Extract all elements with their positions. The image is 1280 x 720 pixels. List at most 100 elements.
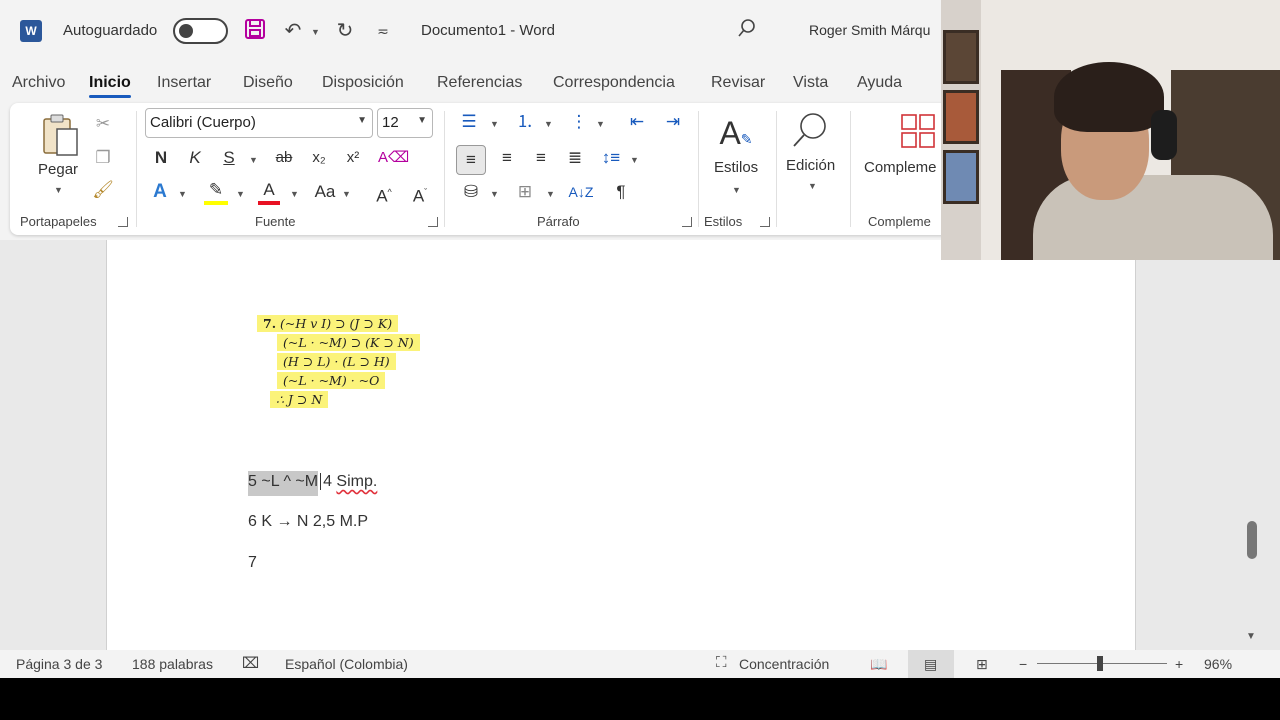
paste-icon[interactable] bbox=[40, 113, 80, 157]
font-size-dropdown[interactable]: 12 ▼ bbox=[377, 108, 433, 138]
word-count[interactable]: 188 palabras bbox=[132, 656, 213, 672]
addins-label[interactable]: Compleme bbox=[864, 159, 937, 176]
web-layout-icon[interactable]: ⊞ bbox=[976, 656, 988, 673]
italic-button[interactable]: K bbox=[184, 147, 206, 169]
styles-label[interactable]: Estilos bbox=[714, 159, 758, 176]
align-left-button[interactable]: ≡ bbox=[456, 145, 486, 175]
proof-line-7[interactable]: 7 bbox=[248, 554, 257, 572]
selected-text[interactable]: 5 ~L ^ ~M bbox=[248, 471, 319, 496]
zoom-level[interactable]: 96% bbox=[1204, 656, 1232, 672]
paragraph-launcher-icon[interactable] bbox=[682, 217, 692, 227]
focus-icon[interactable]: ⛶ bbox=[716, 654, 727, 671]
underline-button[interactable]: S bbox=[218, 147, 240, 169]
editing-search-icon[interactable] bbox=[790, 111, 830, 151]
bullets-icon[interactable]: ☰ bbox=[456, 111, 482, 133]
multilevel-list-icon[interactable]: ⋮ bbox=[566, 111, 592, 133]
tab-disposicion[interactable]: Disposición bbox=[322, 74, 404, 92]
paste-label[interactable]: Pegar bbox=[38, 161, 78, 178]
language-status[interactable]: Español (Colombia) bbox=[285, 656, 408, 672]
tab-archivo[interactable]: Archivo bbox=[12, 74, 65, 92]
tab-diseno[interactable]: Diseño bbox=[243, 74, 293, 92]
zoom-in-icon[interactable]: + bbox=[1175, 656, 1183, 672]
shading-icon[interactable]: ⛁ bbox=[458, 181, 484, 203]
tab-insertar[interactable]: Insertar bbox=[157, 74, 211, 92]
subscript-icon[interactable]: x₂ bbox=[308, 147, 330, 169]
copy-icon[interactable]: ❐ bbox=[92, 147, 114, 169]
highlight-dropdown-icon[interactable]: ▼ bbox=[236, 189, 245, 199]
print-layout-icon[interactable]: ▤ bbox=[924, 656, 937, 673]
focus-mode-button[interactable]: Concentración bbox=[739, 656, 829, 672]
decrease-indent-icon[interactable]: ⇤ bbox=[624, 111, 650, 133]
text-effects-dropdown-icon[interactable]: ▼ bbox=[178, 189, 187, 199]
tab-ayuda[interactable]: Ayuda bbox=[857, 74, 902, 92]
bold-button[interactable]: N bbox=[150, 147, 172, 169]
superscript-icon[interactable]: x² bbox=[342, 147, 364, 169]
line-spacing-dropdown-icon[interactable]: ▼ bbox=[630, 155, 639, 165]
paste-dropdown-icon[interactable]: ▼ bbox=[54, 185, 63, 195]
user-name[interactable]: Roger Smith Márqu bbox=[809, 22, 930, 38]
borders-icon[interactable]: ⊞ bbox=[512, 181, 538, 203]
addins-icon[interactable] bbox=[898, 113, 938, 153]
tab-referencias[interactable]: Referencias bbox=[437, 74, 522, 92]
scroll-down-icon[interactable]: ▼ bbox=[1246, 631, 1256, 642]
read-mode-icon[interactable]: 📖 bbox=[870, 656, 887, 673]
vertical-scrollbar[interactable] bbox=[1240, 240, 1260, 650]
problem-premise-4: (~L · ~M) · ~O bbox=[277, 372, 386, 389]
proof-line-6[interactable]: 6 K → N 2,5 M.P bbox=[248, 513, 368, 531]
format-painter-icon[interactable]: 🖌 bbox=[92, 179, 114, 201]
styles-launcher-icon[interactable] bbox=[760, 217, 770, 227]
document-page[interactable] bbox=[106, 240, 1136, 650]
increase-indent-icon[interactable]: ⇥ bbox=[660, 111, 686, 133]
show-formatting-icon[interactable]: ¶ bbox=[610, 181, 632, 203]
proof-line-5[interactable]: 5 ~L ^ ~M 4 Simp. bbox=[248, 471, 377, 496]
clear-formatting-icon[interactable]: A⌫ bbox=[378, 147, 409, 169]
redo-icon[interactable]: ↻ bbox=[332, 18, 358, 44]
autosave-toggle[interactable] bbox=[173, 18, 228, 44]
cut-icon[interactable]: ✂ bbox=[92, 113, 114, 135]
change-case-icon[interactable]: Aa bbox=[310, 181, 340, 203]
shrink-font-icon[interactable]: Aˇ bbox=[408, 181, 432, 208]
spelling-error-word[interactable]: Simp. bbox=[336, 473, 377, 490]
numbering-icon[interactable]: ⒈ bbox=[512, 111, 538, 133]
proofing-icon[interactable]: ⌧ bbox=[242, 654, 259, 672]
tab-revisar[interactable]: Revisar bbox=[711, 74, 765, 92]
customize-toolbar-icon[interactable]: ≂ bbox=[370, 18, 396, 44]
editing-label[interactable]: Edición bbox=[786, 157, 835, 174]
justify-icon[interactable]: ≣ bbox=[562, 147, 588, 169]
sort-icon[interactable]: A↓Z bbox=[568, 181, 594, 203]
align-right-icon[interactable]: ≡ bbox=[528, 147, 554, 169]
editing-dropdown-icon[interactable]: ▼ bbox=[808, 181, 817, 191]
font-name-dropdown[interactable]: Calibri (Cuerpo) ▼ bbox=[145, 108, 373, 138]
problem-image[interactable]: 7. (~H v I) ⊃ (J ⊃ K) (~L · ~M) ⊃ (K ⊃ N… bbox=[255, 310, 445, 416]
change-case-dropdown-icon[interactable]: ▼ bbox=[342, 189, 351, 199]
align-center-icon[interactable]: ≡ bbox=[494, 147, 520, 169]
save-icon[interactable] bbox=[242, 18, 268, 44]
undo-icon[interactable]: ↶ bbox=[280, 18, 306, 44]
text-effects-icon[interactable]: A bbox=[148, 181, 172, 203]
grow-font-icon[interactable]: A^ bbox=[372, 181, 396, 208]
multilevel-dropdown-icon[interactable]: ▼ bbox=[596, 119, 605, 129]
clipboard-launcher-icon[interactable] bbox=[118, 217, 128, 227]
styles-dropdown-icon[interactable]: ▼ bbox=[732, 185, 741, 195]
highlight-icon[interactable]: ✎ bbox=[204, 179, 228, 205]
tab-inicio[interactable]: Inicio bbox=[89, 74, 131, 98]
tab-vista[interactable]: Vista bbox=[793, 74, 828, 92]
borders-dropdown-icon[interactable]: ▼ bbox=[546, 189, 555, 199]
zoom-out-icon[interactable]: − bbox=[1019, 656, 1027, 672]
shading-dropdown-icon[interactable]: ▼ bbox=[490, 189, 499, 199]
scrollbar-thumb[interactable] bbox=[1247, 521, 1257, 559]
font-launcher-icon[interactable] bbox=[428, 217, 438, 227]
undo-dropdown-icon[interactable]: ▼ bbox=[311, 27, 320, 37]
search-icon[interactable] bbox=[734, 18, 760, 44]
font-color-dropdown-icon[interactable]: ▼ bbox=[290, 189, 299, 199]
bullets-dropdown-icon[interactable]: ▼ bbox=[490, 119, 499, 129]
numbering-dropdown-icon[interactable]: ▼ bbox=[544, 119, 553, 129]
font-color-icon[interactable]: A bbox=[258, 179, 280, 205]
tab-correspondencia[interactable]: Correspondencia bbox=[553, 74, 675, 92]
strikethrough-button[interactable]: ab bbox=[270, 147, 298, 169]
zoom-slider-thumb[interactable] bbox=[1097, 656, 1103, 671]
page-count[interactable]: Página 3 de 3 bbox=[16, 656, 102, 672]
styles-icon[interactable]: A✎ bbox=[716, 113, 756, 153]
underline-dropdown-icon[interactable]: ▼ bbox=[249, 155, 258, 165]
line-spacing-icon[interactable]: ↕≡ bbox=[598, 147, 624, 169]
